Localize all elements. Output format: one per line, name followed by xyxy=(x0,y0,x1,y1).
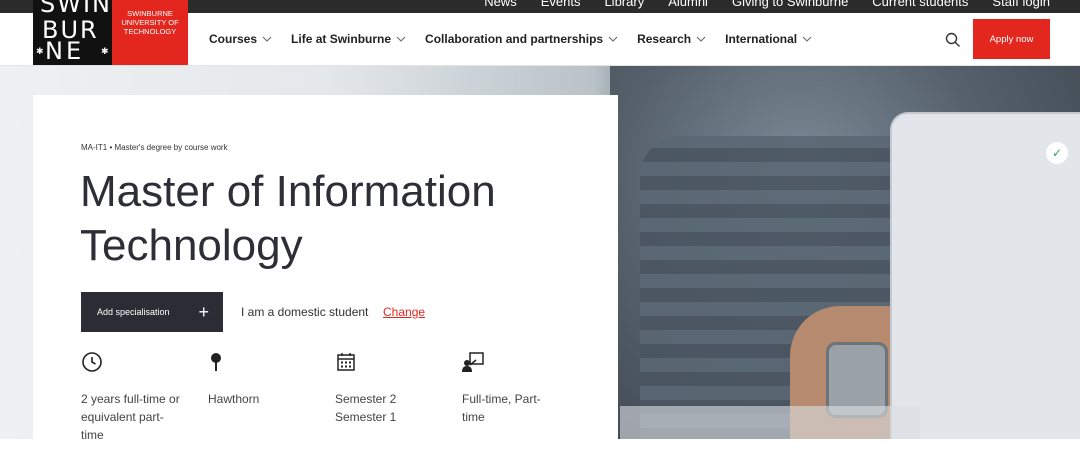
fact-intake-text: Semester 2 Semester 1 xyxy=(335,392,397,424)
utility-link-alumni[interactable]: Alumni xyxy=(668,0,708,9)
nav-item-label: Collaboration and partnerships xyxy=(425,32,604,46)
fact-duration: 2 years full-time or equivalent part- ti… xyxy=(81,351,208,444)
nav-item-international[interactable]: International xyxy=(725,32,813,46)
course-facts: 2 years full-time or equivalent part- ti… xyxy=(81,351,589,444)
nav-item-label: Research xyxy=(637,32,692,46)
utility-links: News Events Library Alumni Giving to Swi… xyxy=(484,0,1050,9)
chevron-down-icon xyxy=(608,36,618,42)
logo-wordmark: SWIN BUR NE ✱ ✱ xyxy=(33,0,112,65)
plus-icon: + xyxy=(198,301,209,322)
fact-study-mode: Full-time, Part- time xyxy=(462,351,589,444)
page-title: Master of Information Technology xyxy=(80,167,496,270)
logo-text-ne: NE xyxy=(45,37,85,65)
nav-item-life-at-swinburne[interactable]: Life at Swinburne xyxy=(291,32,407,46)
location-pin-icon xyxy=(211,353,221,371)
apply-now-button[interactable]: Apply now xyxy=(973,19,1050,59)
fact-location: Hawthorn xyxy=(208,351,335,444)
utility-link-current-students[interactable]: Current students xyxy=(872,0,968,9)
chevron-down-icon xyxy=(262,36,272,42)
hero-photo-desk xyxy=(620,406,920,439)
student-type-text: I am a domestic student xyxy=(241,305,369,319)
nav-item-label: Life at Swinburne xyxy=(291,32,392,46)
course-card: MA-IT1 • Master's degree by course work … xyxy=(33,95,618,455)
utility-link-staff-login[interactable]: Staff login xyxy=(992,0,1050,9)
add-specialisation-label: Add specialisation xyxy=(97,307,170,317)
nav-item-courses[interactable]: Courses xyxy=(209,32,273,46)
nav-item-label: International xyxy=(725,32,798,46)
nav-item-label: Courses xyxy=(209,32,258,46)
fact-intake: Semester 2 Semester 1 xyxy=(335,351,462,444)
utility-link-events[interactable]: Events xyxy=(541,0,581,9)
fact-duration-text: 2 years full-time or equivalent part- ti… xyxy=(81,392,180,442)
chevron-down-icon xyxy=(802,36,812,42)
swinburne-logo[interactable]: SWIN BUR NE ✱ ✱ SWINBURNE UNIVERSITY OF … xyxy=(33,0,188,65)
nav-menu: Courses Life at Swinburne Collaboration … xyxy=(209,13,813,65)
chat-badge-icon[interactable]: ✓ xyxy=(1046,142,1068,164)
nav-item-collaboration[interactable]: Collaboration and partnerships xyxy=(425,32,619,46)
star-icon: ✱ xyxy=(36,46,44,56)
course-code: MA-IT1 • Master's degree by course work xyxy=(81,143,228,152)
chevron-down-icon xyxy=(696,36,706,42)
fact-location-text: Hawthorn xyxy=(208,392,260,406)
add-specialisation-button[interactable]: Add specialisation + xyxy=(81,292,223,332)
clock-icon xyxy=(82,352,102,372)
fact-study-mode-text: Full-time, Part- time xyxy=(462,392,541,424)
change-student-type-link[interactable]: Change xyxy=(383,305,425,319)
presenter-icon xyxy=(462,352,484,372)
logo-university-name: SWINBURNE UNIVERSITY OF TECHNOLOGY xyxy=(112,0,188,65)
calendar-icon xyxy=(337,353,355,371)
utility-link-library[interactable]: Library xyxy=(604,0,644,9)
search-icon[interactable] xyxy=(944,31,962,49)
star-icon: ✱ xyxy=(101,46,109,56)
chevron-down-icon xyxy=(396,36,406,42)
utility-link-news[interactable]: News xyxy=(484,0,517,9)
utility-link-giving[interactable]: Giving to Swinburne xyxy=(732,0,848,9)
nav-item-research[interactable]: Research xyxy=(637,32,707,46)
